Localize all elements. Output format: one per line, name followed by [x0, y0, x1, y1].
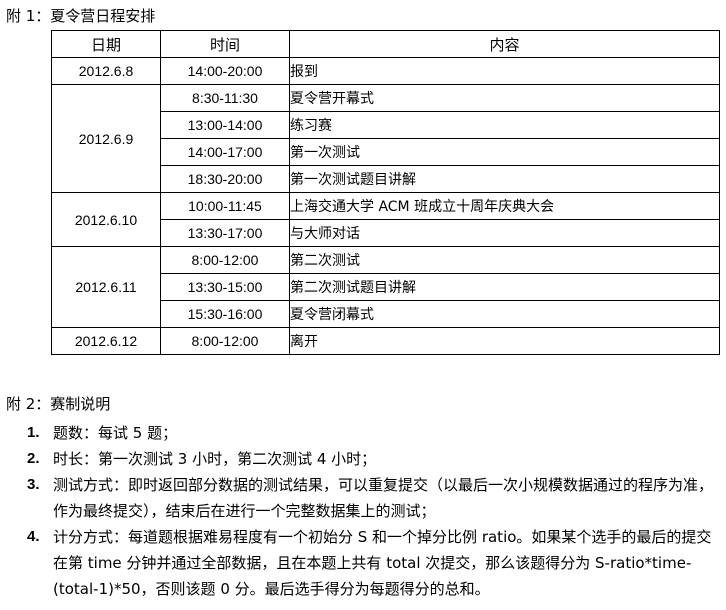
content-cell: 练习赛	[289, 111, 720, 139]
list-item: 3. 测试方式：即时返回部分数据的测试结果，可以重复提交（以最后一次小规模数据通…	[0, 472, 726, 524]
list-item-text: 时长：第一次测试 3 小时，第二次测试 4 小时；	[53, 450, 377, 468]
list-item: 1. 题数：每试 5 题；	[0, 420, 726, 446]
appendix2-title: 附 2：赛制说明	[6, 395, 111, 413]
header-time: 时间	[160, 30, 290, 58]
list-item-number: 3.	[27, 476, 40, 493]
date-cell: 2012.6.10	[51, 192, 161, 247]
content-cell: 上海交通大学 ACM 班成立十周年庆典大会	[289, 192, 720, 220]
rules-list: 1. 题数：每试 5 题； 2. 时长：第一次测试 3 小时，第二次测试 4 小…	[0, 420, 726, 602]
table-row: 2012.6.9 8:30-11:30 夏令营开幕式	[51, 84, 720, 193]
time-cell: 8:00-12:00	[160, 327, 290, 355]
schedule-table: 日期 时间 内容 2012.6.8 14:00-20:00 报到 2012.6.…	[51, 30, 720, 355]
time-cell: 10:00-11:45	[160, 192, 290, 220]
list-item-number: 1.	[27, 424, 40, 441]
list-item-text: 题数：每试 5 题；	[53, 424, 178, 442]
date-cell: 2012.6.8	[51, 57, 161, 85]
content-cell: 离开	[289, 327, 720, 355]
header-content: 内容	[289, 30, 720, 58]
table-row: 2012.6.12 8:00-12:00 离开	[51, 327, 720, 355]
date-cell: 2012.6.12	[51, 327, 161, 355]
list-item-number: 2.	[27, 450, 40, 467]
content-cell: 第一次测试	[289, 138, 720, 166]
list-item-text: 测试方式：即时返回部分数据的测试结果，可以重复提交（以最后一次小规模数据通过的程…	[53, 476, 714, 520]
content-cell: 报到	[289, 57, 720, 85]
time-cell: 13:00-14:00	[160, 111, 290, 139]
content-cell: 第二次测试题目讲解	[289, 273, 720, 301]
header-date: 日期	[51, 30, 161, 58]
table-header-row: 日期 时间 内容	[51, 30, 720, 58]
list-item: 2. 时长：第一次测试 3 小时，第二次测试 4 小时；	[0, 446, 726, 472]
content-cell: 夏令营开幕式	[289, 84, 720, 112]
time-cell: 8:00-12:00	[160, 246, 290, 274]
table-row: 2012.6.10 10:00-11:45 上海交通大学 ACM 班成立十周年庆…	[51, 192, 720, 247]
time-cell: 15:30-16:00	[160, 300, 290, 328]
time-cell: 13:30-15:00	[160, 273, 290, 301]
content-cell: 第二次测试	[289, 246, 720, 274]
list-item-number: 4.	[27, 528, 40, 545]
content-cell: 第一次测试题目讲解	[289, 165, 720, 193]
list-item: 4. 计分方式：每道题根据难易程度有一个初始分 S 和一个掉分比例 ratio。…	[0, 524, 726, 602]
time-cell: 14:00-17:00	[160, 138, 290, 166]
list-item-text: 计分方式：每道题根据难易程度有一个初始分 S 和一个掉分比例 ratio。如果某…	[53, 528, 712, 598]
time-cell: 18:30-20:00	[160, 165, 290, 193]
date-cell: 2012.6.11	[51, 246, 161, 328]
table-row: 2012.6.8 14:00-20:00 报到	[51, 57, 720, 85]
date-cell: 2012.6.9	[51, 84, 161, 193]
appendix1-title: 附 1：夏令营日程安排	[6, 7, 156, 25]
table-row: 2012.6.11 8:00-12:00 第二次测试	[51, 246, 720, 328]
content-cell: 与大师对话	[289, 219, 720, 247]
time-cell: 8:30-11:30	[160, 84, 290, 112]
time-cell: 14:00-20:00	[160, 57, 290, 85]
content-cell: 夏令营闭幕式	[289, 300, 720, 328]
time-cell: 13:30-17:00	[160, 219, 290, 247]
